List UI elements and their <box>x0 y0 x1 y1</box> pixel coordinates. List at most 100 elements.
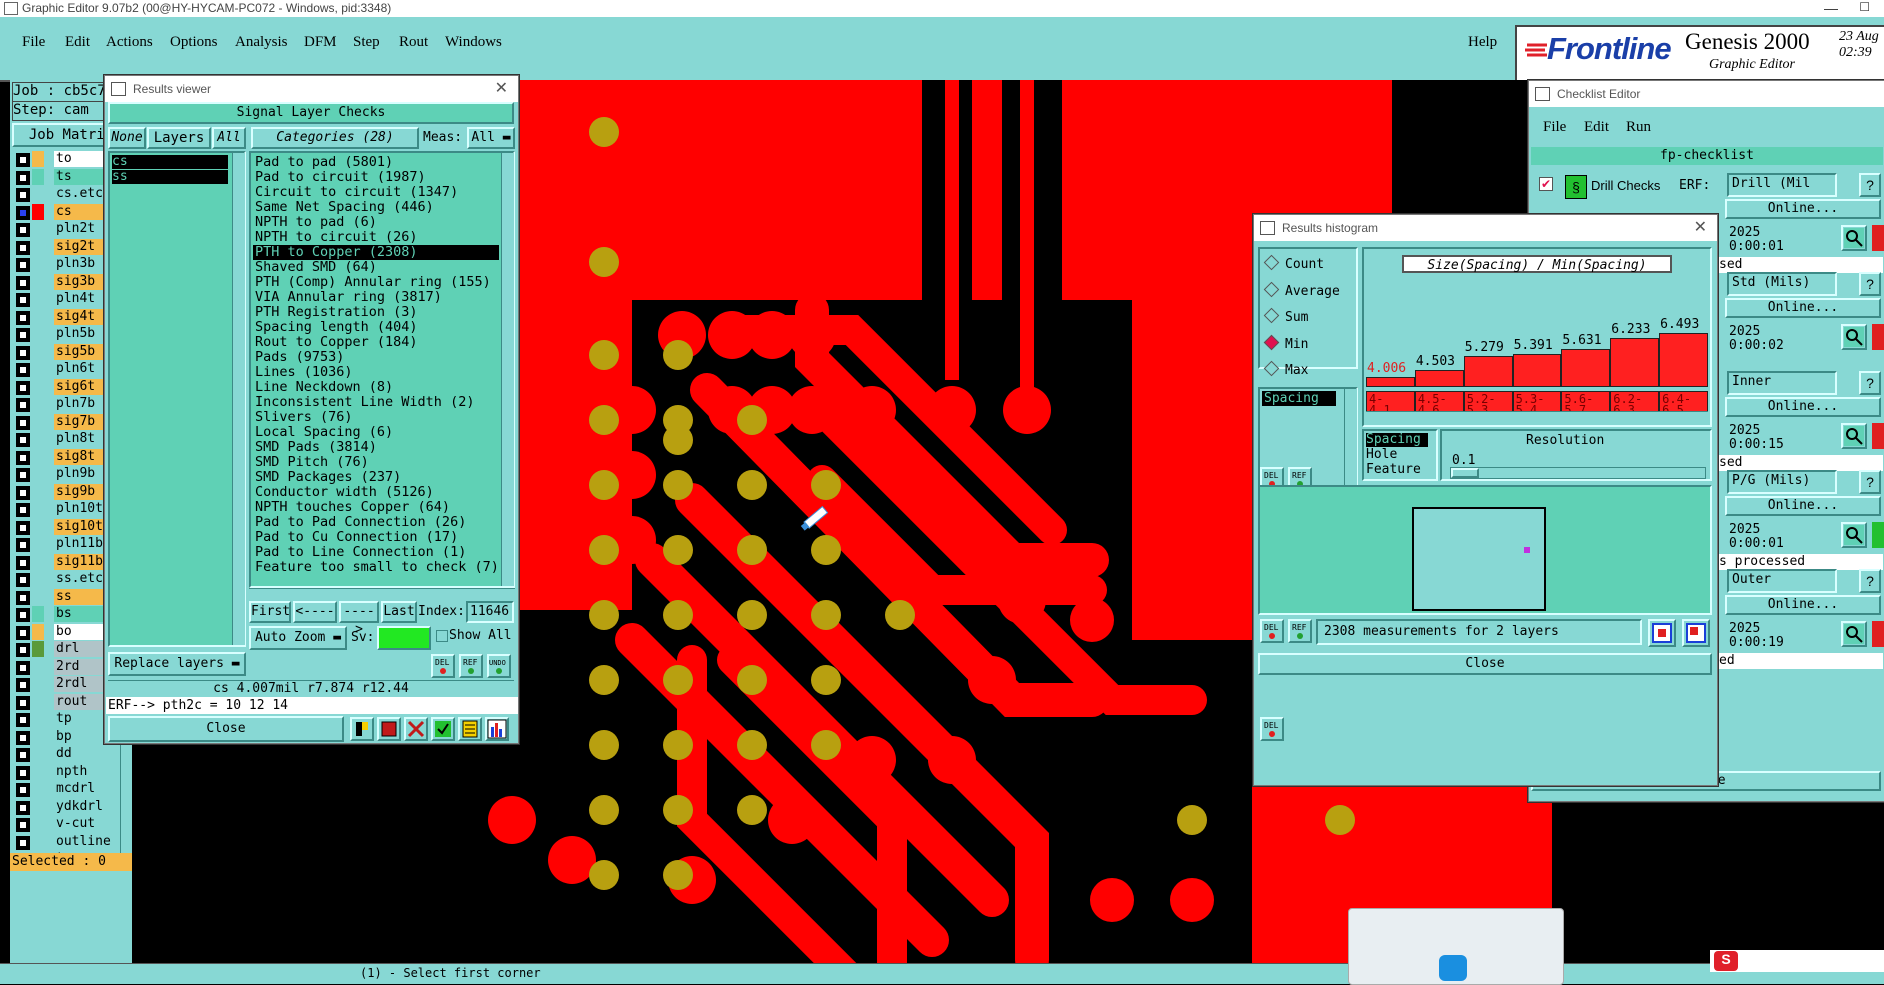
histogram-bar[interactable] <box>1610 337 1660 387</box>
category-scrollbar[interactable] <box>501 153 514 586</box>
layer-display-checkbox[interactable] <box>16 345 30 360</box>
layer-display-checkbox[interactable] <box>16 538 30 552</box>
all-layers-button[interactable]: All <box>212 127 246 149</box>
layer-color-swatch[interactable] <box>32 396 44 412</box>
category-item[interactable]: SMD Packages (237) <box>253 470 499 485</box>
layer-color-swatch[interactable] <box>32 186 44 202</box>
layer-color-swatch[interactable] <box>32 326 44 342</box>
close-icon[interactable]: ✕ <box>495 76 508 102</box>
layer-display-checkbox[interactable] <box>16 555 30 570</box>
check-icon[interactable] <box>431 717 455 741</box>
layer-display-checkbox[interactable] <box>16 695 30 710</box>
layer-display-checkbox[interactable] <box>16 835 30 850</box>
replace-layers-button[interactable]: Replace layers ▬ <box>108 652 246 676</box>
menu-help[interactable]: Help <box>1468 34 1497 51</box>
category-item[interactable]: Spacing length (404) <box>253 320 499 335</box>
layer-display-checkbox[interactable] <box>16 573 30 587</box>
category-item[interactable]: Conductor width (5126) <box>253 485 499 500</box>
layer-color-swatch[interactable] <box>32 518 44 535</box>
layer-color-swatch[interactable] <box>32 781 44 797</box>
histogram-bar[interactable] <box>1463 355 1513 387</box>
layer-name[interactable]: npth <box>54 763 128 780</box>
erf-field[interactable]: Inner <box>1727 371 1837 395</box>
online-button[interactable]: Online... <box>1725 595 1881 615</box>
minimize-icon[interactable]: — <box>1824 0 1838 16</box>
layer-display-checkbox[interactable] <box>16 590 30 605</box>
layer-display-checkbox[interactable] <box>16 520 30 535</box>
layer-color-swatch[interactable] <box>32 483 44 500</box>
category-item[interactable]: Pad to Line Connection (1) <box>253 545 499 560</box>
layer-display-checkbox[interactable] <box>16 310 30 325</box>
layer-color-swatch[interactable] <box>32 343 44 360</box>
next-button[interactable]: ----> <box>339 601 379 637</box>
layer-color-swatch[interactable] <box>32 466 44 482</box>
zoom-icon[interactable] <box>1841 522 1867 548</box>
mode-min-radio[interactable]: Min <box>1263 334 1308 352</box>
layer-toggle-icon[interactable] <box>350 717 374 741</box>
layer-color-swatch[interactable] <box>32 728 44 745</box>
histogram-close-button[interactable]: Close <box>1258 653 1712 675</box>
layer-display-checkbox[interactable] <box>16 643 30 657</box>
layer-display-checkbox[interactable] <box>16 170 30 185</box>
layer-color-swatch[interactable] <box>32 168 44 185</box>
layer-color-swatch[interactable] <box>32 221 44 237</box>
layer-row[interactable]: ydkdrl <box>14 798 128 816</box>
show-all-checkbox[interactable] <box>436 630 448 642</box>
layer-color-swatch[interactable] <box>32 763 44 780</box>
layer-display-checkbox[interactable] <box>16 730 30 745</box>
layer-color-swatch[interactable] <box>32 693 44 710</box>
online-button[interactable]: Online... <box>1725 397 1881 417</box>
ime-toolbar[interactable]: S <box>1710 950 1884 972</box>
category-item[interactable]: Local Spacing (6) <box>253 425 499 440</box>
zoom-icon[interactable] <box>1841 423 1867 449</box>
layer-color-swatch[interactable] <box>32 798 44 815</box>
layer-color-swatch[interactable] <box>32 658 44 675</box>
layer-color-swatch[interactable] <box>32 448 44 465</box>
category-item[interactable]: SMD Pitch (76) <box>253 455 499 470</box>
layer-display-checkbox[interactable] <box>16 293 30 307</box>
histogram-bar[interactable] <box>1512 353 1562 387</box>
histogram-bar[interactable] <box>1659 332 1708 387</box>
layer-display-checkbox[interactable] <box>16 678 30 692</box>
zoom-icon[interactable] <box>1841 225 1867 251</box>
layer-color-swatch[interactable] <box>32 151 44 167</box>
index-field[interactable]: 11646 <box>466 601 514 623</box>
layer-color-swatch[interactable] <box>32 361 44 377</box>
category-item[interactable]: VIA Annular ring (3817) <box>253 290 499 305</box>
categories-button[interactable]: Categories (28) <box>251 127 419 149</box>
meas-dropdown[interactable]: All ▬ <box>467 127 515 149</box>
category-item[interactable]: PTH Registration (3) <box>253 305 499 320</box>
layer-row[interactable]: dd <box>14 746 128 763</box>
resolution-slider[interactable] <box>1450 467 1706 479</box>
undo-icon[interactable]: UNDO <box>487 654 511 678</box>
layer-display-checkbox[interactable] <box>16 748 30 762</box>
category-item[interactable]: Pad to Pad Connection (26) <box>253 515 499 530</box>
layer-display-checkbox[interactable] <box>16 485 30 500</box>
auto-zoom-dropdown[interactable]: Auto Zoom ▬ <box>249 626 347 650</box>
menu-file[interactable]: File <box>22 34 45 51</box>
feature-list-item[interactable]: Spacing <box>1262 391 1336 406</box>
layer-row[interactable]: npth <box>14 763 128 781</box>
layer-color-swatch[interactable] <box>32 641 44 657</box>
category-item[interactable]: Feature too small to check (7) <box>253 560 499 575</box>
layer-name[interactable]: v-cut <box>54 816 128 832</box>
result-layer-cs[interactable]: cs <box>112 155 228 169</box>
layer-display-checkbox[interactable] <box>16 800 30 815</box>
layer-display-checkbox[interactable] <box>16 258 30 272</box>
prev-button[interactable]: <---- <box>293 601 337 623</box>
histogram-bar[interactable] <box>1366 377 1415 387</box>
layer-color-swatch[interactable] <box>32 833 44 850</box>
layer-color-swatch[interactable] <box>32 553 44 570</box>
layer-color-swatch[interactable] <box>32 746 44 762</box>
layer-display-checkbox[interactable] <box>16 205 30 220</box>
category-item[interactable]: Pads (9753) <box>253 350 499 365</box>
category-item[interactable]: Pad to Cu Connection (17) <box>253 530 499 545</box>
category-item[interactable]: Shaved SMD (64) <box>253 260 499 275</box>
layer-name[interactable]: ydkdrl <box>54 798 128 815</box>
preview-del-icon[interactable]: DEL <box>1260 619 1284 643</box>
category-item[interactable]: Same Net Spacing (446) <box>253 200 499 215</box>
layer-color-swatch[interactable] <box>32 238 44 255</box>
help-icon[interactable]: ? <box>1859 272 1881 296</box>
layer-name[interactable]: outline <box>54 833 128 850</box>
del-icon[interactable]: DEL <box>431 654 455 678</box>
